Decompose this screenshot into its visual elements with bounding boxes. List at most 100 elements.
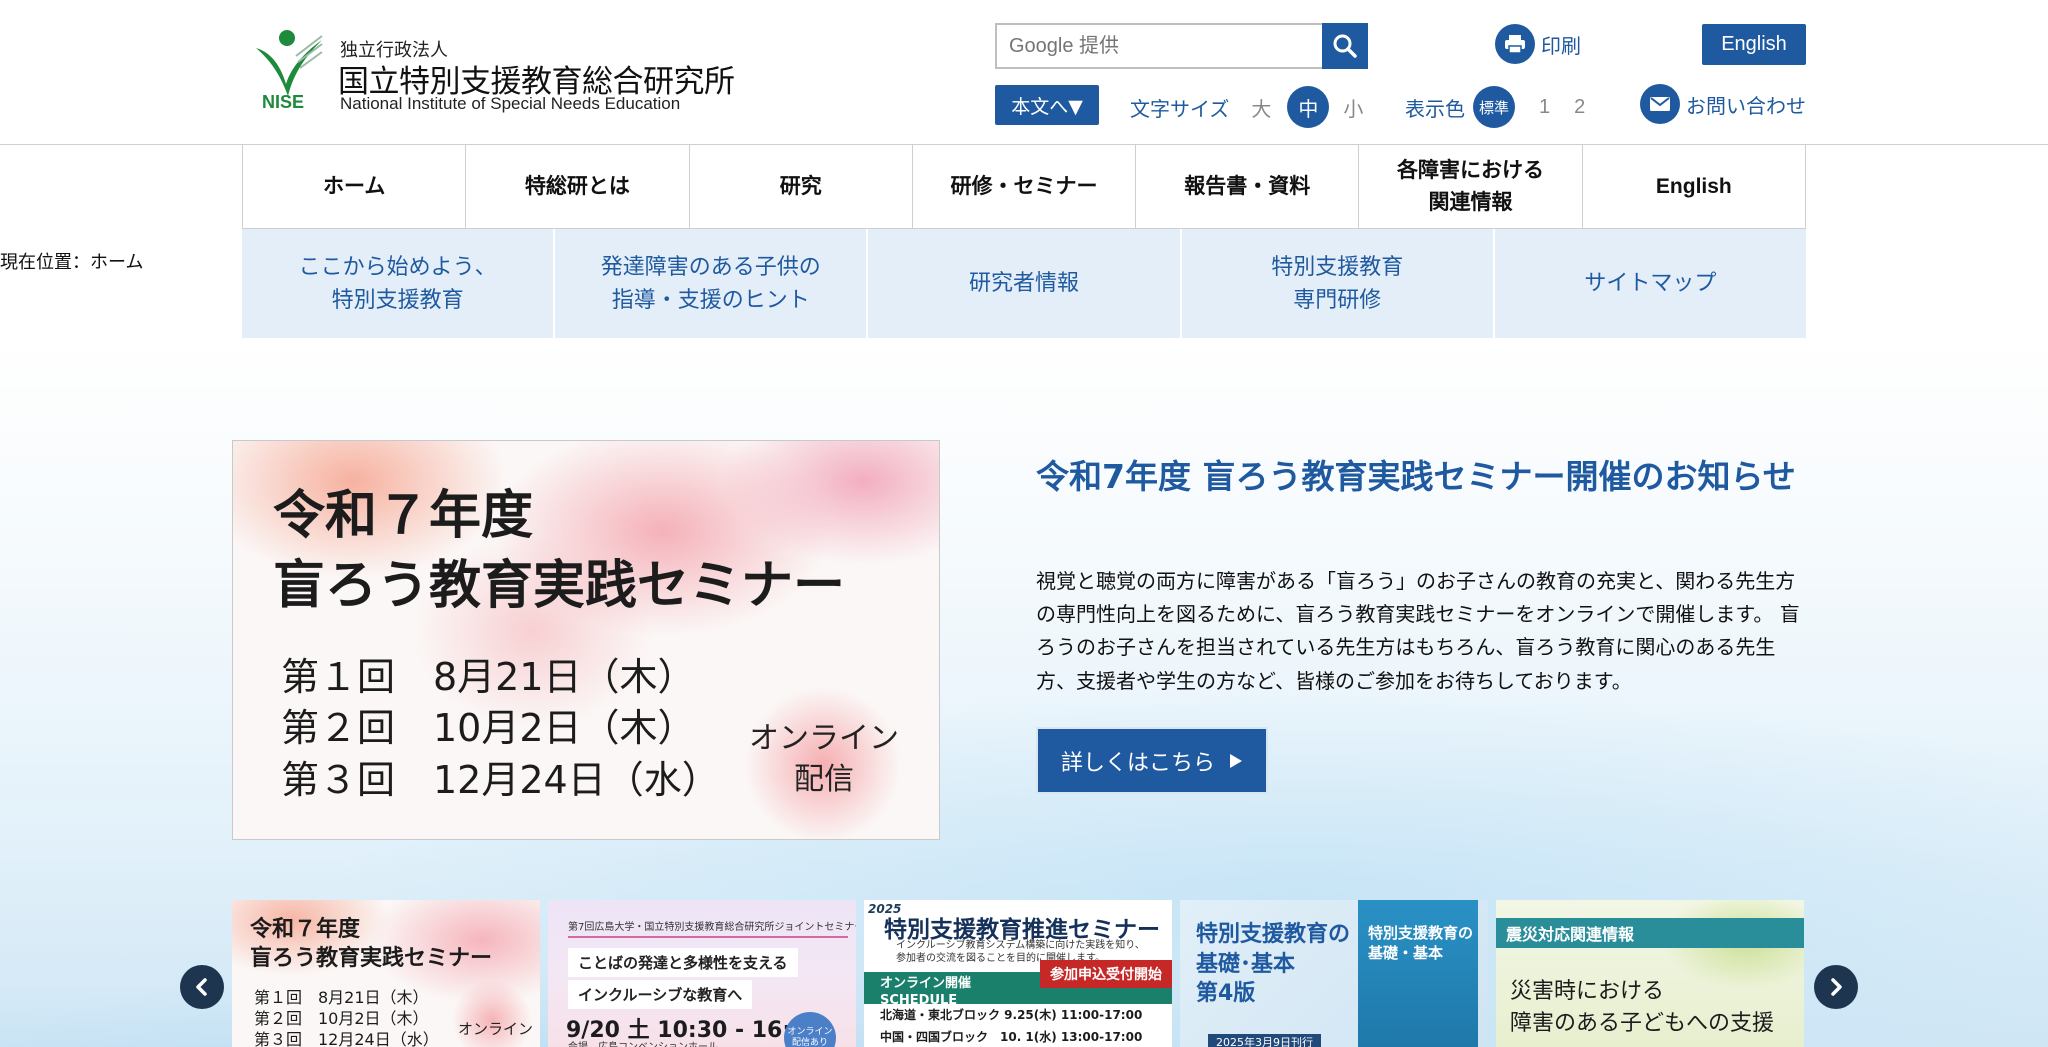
slide3-title: 特別支援教育推進セミナー — [884, 917, 1160, 943]
sub-nav-start-here[interactable]: ここから始めよう、 特別支援教育 — [242, 229, 556, 338]
slide4-book-title: 特別支援教育の 基礎・基本 — [1368, 924, 1473, 963]
search-button[interactable] — [1322, 23, 1368, 69]
logo-text: NISE — [262, 92, 305, 112]
slide5-line2: 障害のある子どもへの支援 — [1510, 1010, 1775, 1036]
slide1-online: オンライン — [458, 1020, 534, 1038]
carousel-slide-joint-seminar[interactable]: 第7回広島大学・国立特別支援教育総合研究所ジョイントセミナー ことばの発達と多様… — [548, 900, 856, 1047]
slide4-book-line1: 特別支援教育の — [1368, 924, 1474, 942]
contact-link[interactable]: お問い合わせ — [1640, 84, 1806, 124]
print-label: 印刷 — [1541, 33, 1581, 58]
slide5-band: 震災対応関連情報 — [1496, 918, 1804, 948]
slide1-title-line1: 令和７年度 — [250, 917, 361, 942]
search-input[interactable] — [997, 25, 1323, 67]
slide4-title: 特別支援教育の 基礎･基本 第4版 — [1196, 920, 1350, 1009]
slide4-title-line3: 第4版 — [1196, 981, 1256, 1007]
display-color-standard[interactable]: 標準 — [1473, 86, 1515, 128]
contact-label: お問い合わせ — [1686, 93, 1806, 118]
sub-nav-developmental-tips[interactable]: 発達障害のある子供の 指導・支援のヒント — [555, 229, 869, 338]
slide3-sched1: オンライン開催 — [880, 976, 972, 991]
breadcrumb: 現在位置：ホーム — [0, 252, 144, 273]
sub-nav: ここから始めよう、 特別支援教育 発達障害のある子供の 指導・支援のヒント 研究… — [242, 229, 1806, 338]
slide3-registration-badge: 参加申込受付開始 — [1040, 960, 1172, 988]
carousel-slide-promotion-seminar[interactable]: 2025 特別支援教育推進セミナー インクルーシブ教育システム構築に向けた実践を… — [864, 900, 1172, 1047]
sub-nav-researchers[interactable]: 研究者情報 — [868, 229, 1182, 338]
font-size-label: 文字サイズ — [1130, 96, 1230, 121]
hero-online-line1: オンライン — [749, 721, 899, 756]
slide1-session3: 第３回 12月24日（水） — [254, 1029, 439, 1047]
slide1-dates: 第１回 8月21日（木） 第２回 10月2日（木） 第３回 12月24日（水） — [254, 988, 439, 1047]
hero-session-1: 第１回 8月21日（木） — [281, 655, 696, 699]
hero-online-badge: オンライン 配信 — [749, 719, 899, 800]
slide4-title-line1: 特別支援教育の — [1196, 922, 1351, 947]
main-nav: ホーム 特総研とは 研究 研修・セミナー 報告書・資料 各障害における 関連情報… — [242, 145, 1806, 229]
site-header: NISE 独立行政法人 国立特別支援教育総合研究所 National Insti… — [0, 0, 2048, 145]
print-link[interactable]: 印刷 — [1495, 24, 1581, 64]
nav-item-research[interactable]: 研究 — [690, 145, 913, 228]
hero-session-2: 第２回 10月2日（木） — [281, 706, 696, 751]
chevron-left-icon — [196, 978, 207, 996]
printer-icon — [1495, 24, 1535, 64]
slide1-title-line2: 盲ろう教育実践セミナー — [250, 945, 493, 971]
font-size-large[interactable]: 大 — [1251, 93, 1271, 122]
details-button[interactable]: 詳しくはこちら — [1036, 727, 1268, 794]
details-button-label: 詳しくはこちら — [1060, 750, 1215, 776]
carousel-slide-deafblind-seminar[interactable]: 令和７年度 盲ろう教育実践セミナー 第１回 8月21日（木） 第２回 10月2日… — [232, 900, 540, 1047]
search-icon — [1333, 34, 1357, 58]
search-box — [995, 23, 1323, 69]
org-name-en: National Institute of Special Needs Educ… — [340, 94, 681, 113]
skip-to-content-button[interactable]: 本文へ▼ — [995, 85, 1099, 125]
english-button[interactable]: English — [1702, 24, 1806, 65]
hero-online-line2: 配信 — [794, 761, 854, 797]
slide5-line1: 災害時における — [1510, 979, 1665, 1004]
slide1-title: 令和７年度 盲ろう教育実践セミナー — [250, 916, 492, 973]
slide3-row2: 中国・四国ブロック 10. 1(水) 13:00-17:00 — [880, 1030, 1143, 1044]
hero-image-schedule: 第１回 8月21日（木） 第２回 10月2日（木） 第３回 12月24日（水） — [281, 653, 720, 807]
display-color-label: 表示色 — [1405, 96, 1465, 121]
banner-carousel: 令和７年度 盲ろう教育実践セミナー 第１回 8月21日（木） 第２回 10月2日… — [232, 900, 1810, 1047]
slide4-book-cover: 特別支援教育の 基礎・基本 — [1358, 900, 1478, 1047]
play-triangle-icon — [1230, 753, 1242, 768]
hero-session-3: 第３回 12月24日（水） — [281, 757, 720, 802]
nav-item-about[interactable]: 特総研とは — [466, 145, 690, 228]
slide3-schedule-rows: 北海道・東北ブロック 9.25(木) 11:00-17:00 中国・四国ブロック… — [864, 1004, 1172, 1047]
slide2-top: 第7回広島大学・国立特別支援教育総合研究所ジョイントセミナー — [568, 922, 856, 933]
slide1-session2: 第２回 10月2日（木） — [254, 1008, 429, 1028]
sub-nav-sitemap[interactable]: サイトマップ — [1495, 229, 1806, 338]
carousel-slide-disaster-info[interactable]: 震災対応関連情報 災害時における 障害のある子どもへの支援 — [1496, 900, 1804, 1047]
slide4-title-line2: 基礎･基本 — [1196, 951, 1296, 977]
nav-item-training-seminar[interactable]: 研修・セミナー — [913, 145, 1137, 228]
slide2-place: 会場 広島コンベンションホール — [568, 1038, 718, 1047]
font-size-medium[interactable]: 中 — [1287, 86, 1330, 128]
chevron-right-icon — [1831, 978, 1842, 996]
hero-banner-image[interactable]: 令和７年度 盲ろう教育実践セミナー 第１回 8月21日（木） 第２回 10月2日… — [232, 440, 940, 840]
sub-nav-specialist-training[interactable]: 特別支援教育 専門研修 — [1182, 229, 1495, 338]
slide2-box2: インクルーシブな教育へ — [568, 980, 753, 1009]
carousel-next-button[interactable] — [1814, 965, 1858, 1009]
nav-item-home[interactable]: ホーム — [243, 145, 467, 228]
slide1-session1: 第１回 8月21日（木） — [254, 988, 429, 1007]
slide4-book-line2: 基礎・基本 — [1368, 943, 1444, 962]
carousel-slide-basics-book[interactable]: 特別支援教育の 基礎･基本 第4版 特別支援教育の 基礎・基本 2025年3月9… — [1180, 900, 1488, 1047]
display-color-switcher: 表示色 標準 1 2 — [1405, 86, 1585, 128]
hero-image-title-line1: 令和７年度 — [273, 486, 534, 546]
nav-item-disability-info[interactable]: 各障害における 関連情報 — [1359, 145, 1583, 228]
news-title[interactable]: 令和7年度 盲ろう教育実践セミナー開催のお知らせ — [1036, 456, 1806, 499]
slide2-box1: ことばの発達と多様性を支える — [568, 948, 798, 977]
nav-item-reports[interactable]: 報告書・資料 — [1136, 145, 1360, 228]
slide2-divider — [568, 936, 848, 938]
hero-image-title-line2: 盲ろう教育実践セミナー — [273, 556, 846, 617]
nav-item-english[interactable]: English — [1583, 145, 1806, 228]
mail-icon — [1640, 84, 1680, 124]
site-logo[interactable]: NISE 独立行政法人 国立特別支援教育総合研究所 National Insti… — [250, 26, 750, 116]
slide3-row1: 北海道・東北ブロック 9.25(木) 11:00-17:00 — [880, 1008, 1143, 1022]
slide4-date: 2025年3月9日刊行 — [1208, 1034, 1321, 1047]
slide3-sub1: インクルーシブ教育システム構築に向けた実践を知り、 — [896, 940, 1145, 951]
display-color-2[interactable]: 2 — [1574, 96, 1585, 119]
font-size-small[interactable]: 小 — [1343, 93, 1363, 122]
display-color-1[interactable]: 1 — [1539, 96, 1550, 119]
slide5-title: 災害時における 障害のある子どもへの支援 — [1510, 976, 1774, 1040]
news-body: 視覚と聴覚の両方に障害がある「盲ろう」のお子さんの教育の充実と、関わる先生方の専… — [1036, 569, 1800, 693]
font-size-switcher: 文字サイズ 大 中 小 — [1130, 86, 1363, 128]
hero-image-title: 令和７年度 盲ろう教育実践セミナー — [273, 481, 845, 621]
carousel-prev-button[interactable] — [180, 965, 224, 1009]
